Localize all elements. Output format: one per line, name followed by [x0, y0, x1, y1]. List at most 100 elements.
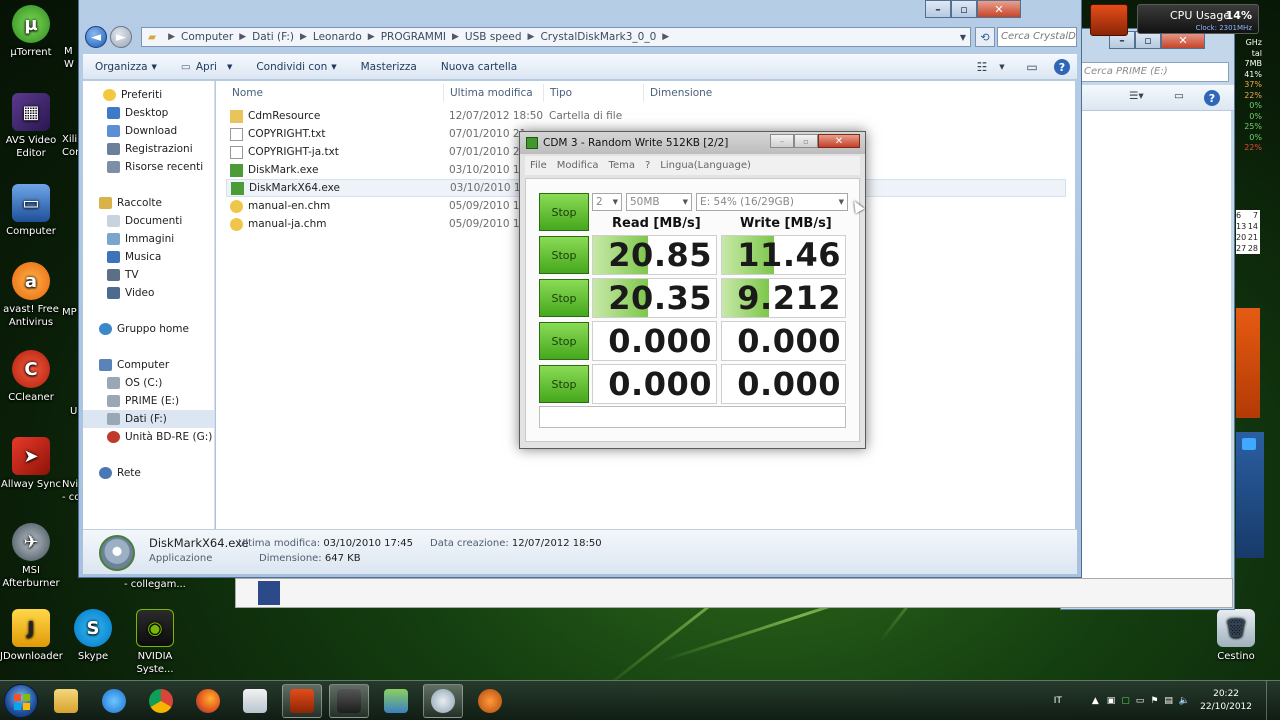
nav-images[interactable]: Immagini: [107, 230, 174, 248]
nav-network[interactable]: Rete: [99, 464, 141, 482]
nav-recordings[interactable]: Registrazioni: [107, 140, 193, 158]
comment-input[interactable]: [539, 406, 846, 428]
crystaldiskmark-window[interactable]: CDM 3 - Random Write 512KB [2/2] – ▫ ✕ F…: [519, 131, 866, 449]
start-button[interactable]: [4, 684, 38, 718]
tray-green-icon[interactable]: ▢: [1121, 696, 1130, 706]
desktop-icon-nvidia[interactable]: ◉ NVIDIA Syste...: [124, 609, 186, 676]
show-desktop-button[interactable]: [1266, 681, 1276, 720]
taskbar-crystaldiskmark[interactable]: [423, 684, 463, 718]
action-center-flag-icon[interactable]: ⚑: [1150, 696, 1158, 706]
column-header-modified[interactable]: Ultima modifica: [444, 84, 544, 102]
desktop-icon-skype[interactable]: S Skype: [62, 609, 124, 663]
stop-512k-button[interactable]: Stop: [539, 279, 589, 317]
app-gadget-icon[interactable]: [1090, 4, 1128, 36]
nav-homegroup[interactable]: Gruppo home: [99, 320, 189, 338]
help-icon[interactable]: ?: [1204, 90, 1220, 106]
open-menu[interactable]: ▭ Apri ▼: [169, 56, 244, 78]
forward-button[interactable]: ►: [110, 26, 132, 48]
desktop-icon-utorrent[interactable]: µ µTorrent: [0, 5, 62, 59]
stop-4k-button[interactable]: Stop: [539, 322, 589, 360]
breadcrumb-item[interactable]: Computer: [181, 31, 233, 43]
stop-all-button[interactable]: Stop: [539, 193, 589, 231]
column-header-size[interactable]: Dimensione: [644, 84, 744, 102]
nav-favorites[interactable]: Preferiti: [103, 86, 162, 104]
desktop-icon-ccleaner[interactable]: C CCleaner: [0, 350, 62, 404]
share-menu[interactable]: Condividi con ▼: [244, 56, 348, 78]
taskbar-chrome[interactable]: [141, 684, 181, 718]
address-dropdown-icon[interactable]: ▼: [960, 33, 966, 42]
new-folder-button[interactable]: Nuova cartella: [429, 56, 529, 78]
cdm-titlebar[interactable]: CDM 3 - Random Write 512KB [2/2] – ▫ ✕: [520, 132, 865, 154]
view-options-icon[interactable]: ☰▾: [1129, 90, 1144, 102]
volume-icon[interactable]: 🔈: [1179, 696, 1190, 706]
menu-edit[interactable]: Modifica: [552, 160, 604, 171]
taskbar-ie[interactable]: [94, 684, 134, 718]
refresh-button[interactable]: ⟲: [975, 27, 995, 47]
tray-app-icon[interactable]: ▣: [1107, 696, 1116, 706]
maximize-button[interactable]: ▫: [794, 134, 818, 148]
nav-recent[interactable]: Risorse recenti: [107, 158, 203, 176]
search-input[interactable]: Cerca PRIME (E:): [1079, 62, 1229, 82]
stop-seq-button[interactable]: Stop: [539, 236, 589, 274]
breadcrumb-item[interactable]: CrystalDiskMark3_0_0: [540, 31, 656, 43]
taskbar-app-red[interactable]: [282, 684, 322, 718]
desktop-icon-avs[interactable]: ▦ AVS Video Editor: [0, 93, 62, 160]
test-size-select[interactable]: 50MB ▼: [626, 193, 692, 211]
column-header-name[interactable]: Nome: [226, 84, 444, 102]
nav-documents[interactable]: Documenti: [107, 212, 182, 230]
address-bar[interactable]: ▰ ▶ Computer ▶ Dati (F:) ▶ Leonardo ▶ PR…: [141, 27, 971, 47]
burn-button[interactable]: Masterizza: [349, 56, 429, 78]
nav-computer[interactable]: Computer: [99, 356, 169, 374]
breadcrumb-item[interactable]: USB speed: [465, 31, 522, 43]
view-options-icon[interactable]: ☷: [971, 57, 993, 77]
close-button[interactable]: ✕: [977, 0, 1021, 18]
taskbar-network[interactable]: [376, 684, 416, 718]
file-row[interactable]: CdmResource 12/07/2012 18:50 Cartella di…: [226, 107, 1066, 125]
nav-drive-f[interactable]: Dati (F:): [83, 410, 214, 428]
search-input[interactable]: Cerca CrystalDiskMark3_0_0: [997, 27, 1077, 47]
explorer-window-prime[interactable]: – ▫ ✕ Cerca PRIME (E:) ☰▾ ▭ ?: [1060, 28, 1235, 610]
drive-select[interactable]: E: 54% (16/29GB) ▼: [696, 193, 848, 211]
nav-video[interactable]: Video: [107, 284, 154, 302]
clock[interactable]: 20:22 22/10/2012: [1200, 688, 1252, 714]
breadcrumb-item[interactable]: Leonardo: [313, 31, 362, 43]
nav-drive-e[interactable]: PRIME (E:): [107, 392, 179, 410]
desktop-icon-computer[interactable]: ▭ Computer: [0, 184, 62, 238]
nav-drive-c[interactable]: OS (C:): [107, 374, 162, 392]
back-button[interactable]: ◄: [85, 26, 107, 48]
column-header-type[interactable]: Tipo: [544, 84, 644, 102]
network-tray-icon[interactable]: ▤: [1164, 696, 1173, 706]
maximize-button[interactable]: ▫: [951, 0, 977, 18]
chevron-down-icon[interactable]: ▼: [991, 57, 1013, 77]
preview-pane-icon[interactable]: ▭: [1021, 57, 1043, 77]
desktop-icon-allway-sync[interactable]: ➤ Allway Sync: [0, 437, 62, 491]
breadcrumb-item[interactable]: Dati (F:): [252, 31, 294, 43]
menu-language[interactable]: Lingua(Language): [655, 160, 756, 171]
taskbar-explorer[interactable]: [46, 684, 86, 718]
minimize-button[interactable]: –: [770, 134, 794, 148]
menu-help[interactable]: ?: [640, 160, 655, 171]
breadcrumb-item[interactable]: PROGRAMMI: [381, 31, 446, 43]
tray-expand-icon[interactable]: ▲: [1092, 696, 1099, 706]
desktop-icon-jdownloader[interactable]: J JDownloader: [0, 609, 63, 663]
nav-music[interactable]: Musica: [107, 248, 161, 266]
tray-screen-icon[interactable]: ▭: [1136, 696, 1145, 706]
nav-download[interactable]: Download: [107, 122, 177, 140]
test-count-select[interactable]: 2 ▼: [592, 193, 622, 211]
taskbar-cmd[interactable]: [329, 684, 369, 718]
minimize-button[interactable]: –: [925, 0, 951, 18]
help-button[interactable]: ?: [1051, 57, 1073, 77]
nav-tv[interactable]: TV: [107, 266, 139, 284]
organize-menu[interactable]: Organizza ▼: [83, 56, 169, 78]
desktop-icon-recycle-bin[interactable]: 🗑 Cestino: [1205, 609, 1267, 663]
taskbar-mail[interactable]: [235, 684, 275, 718]
preview-pane-icon[interactable]: ▭: [1174, 90, 1184, 102]
nav-desktop[interactable]: Desktop: [107, 104, 168, 122]
taskbar-ocp[interactable]: [470, 684, 510, 718]
menu-theme[interactable]: Tema: [604, 160, 640, 171]
menu-file[interactable]: File: [525, 160, 552, 171]
nav-libraries[interactable]: Raccolte: [99, 194, 162, 212]
stop-4k-qd32-button[interactable]: Stop: [539, 365, 589, 403]
language-indicator[interactable]: IT: [1054, 696, 1062, 706]
nav-drive-g[interactable]: Unità BD-RE (G:) GTF: [107, 428, 214, 446]
